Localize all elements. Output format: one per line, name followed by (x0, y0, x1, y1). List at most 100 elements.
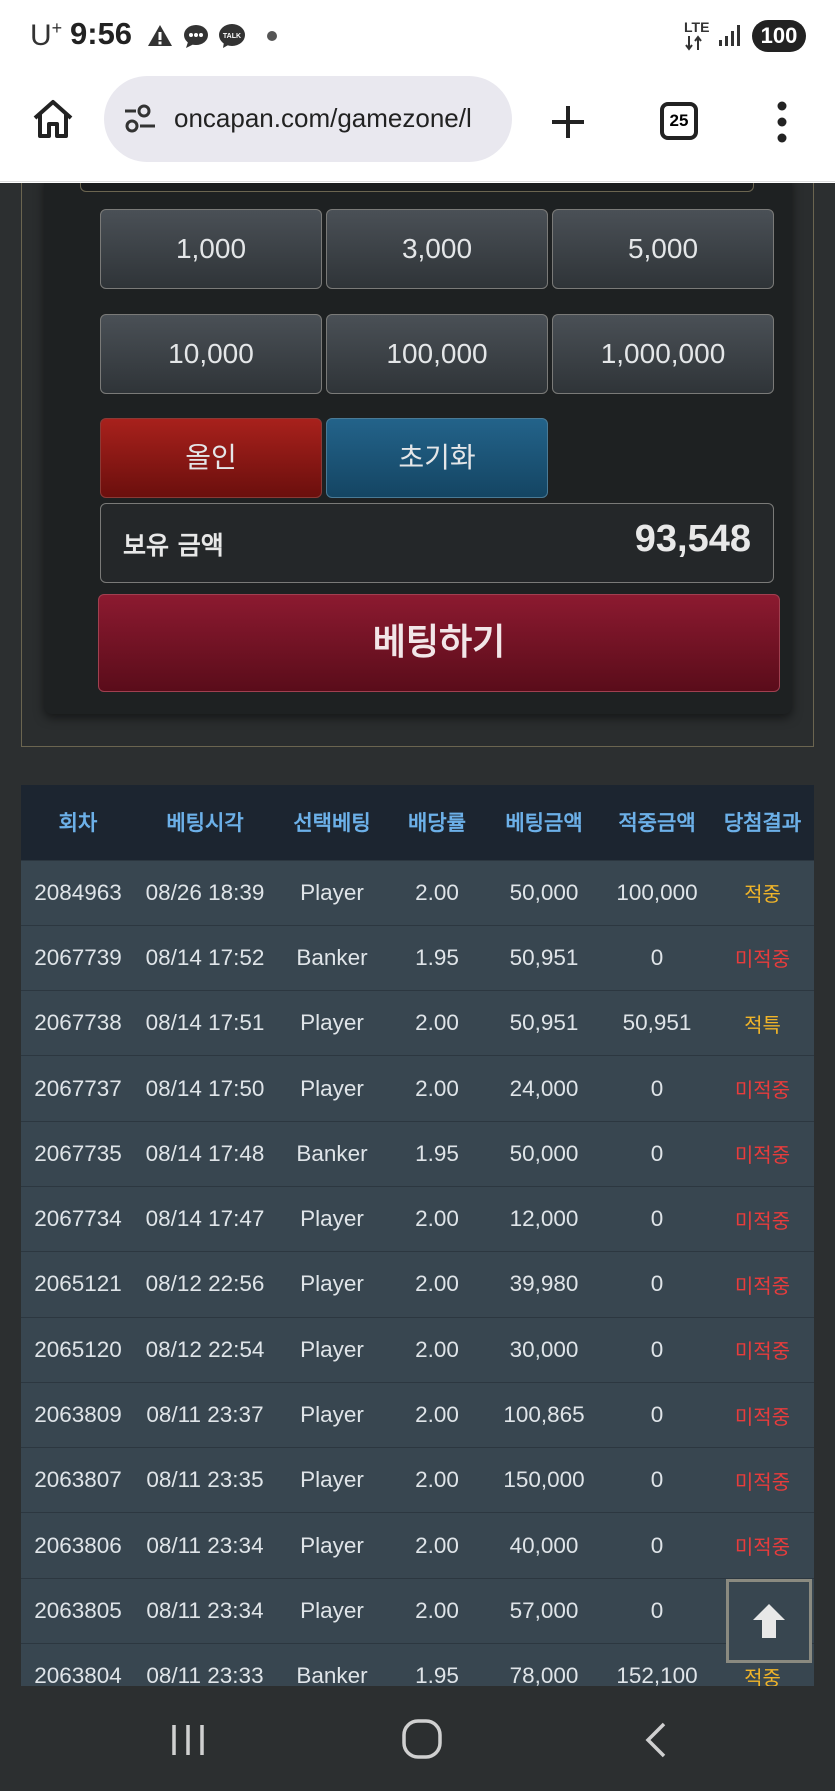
scroll-top-button[interactable] (726, 1579, 812, 1663)
cell-result: 미적중 (711, 1447, 814, 1513)
cell-result: 미적중 (711, 1055, 814, 1122)
cell-round: 2084963 (21, 859, 135, 926)
cell-bet-amount: 150,000 (485, 1447, 603, 1513)
amount-button-1000[interactable]: 1,000 (100, 209, 322, 289)
cell-odds: 2.00 (389, 1185, 485, 1252)
more-vert-icon[interactable] (772, 100, 792, 144)
balance-value: 93,548 (634, 518, 751, 560)
recents-icon[interactable] (168, 1722, 208, 1758)
amount-button-5000[interactable]: 5,000 (552, 209, 774, 289)
cell-result: 미적중 (711, 924, 814, 991)
amount-button-10000[interactable]: 10,000 (100, 314, 322, 394)
cell-win-amount: 0 (603, 1447, 711, 1513)
cell-round: 2063804 (21, 1643, 135, 1686)
cell-bet-time: 08/26 18:39 (135, 859, 275, 926)
cell-bet-time: 08/12 22:56 (135, 1251, 275, 1318)
cell-bet-amount: 50,000 (485, 859, 603, 926)
reset-button[interactable]: 초기화 (326, 418, 548, 498)
cell-round: 2063809 (21, 1381, 135, 1448)
bet-history-table: 회차 베팅시각 선택베팅 배당률 베팅금액 적중금액 당첨결과 2084963 0… (21, 785, 814, 1686)
cell-selection: Banker (275, 924, 389, 991)
back-icon[interactable] (640, 1720, 670, 1760)
cell-bet-time: 08/11 23:37 (135, 1381, 275, 1448)
cell-selection: Player (275, 1512, 389, 1579)
cell-bet-amount: 39,980 (485, 1251, 603, 1318)
cell-win-amount: 50,951 (603, 990, 711, 1056)
tab-switcher-button[interactable]: 25 (660, 102, 698, 140)
table-row: 2067735 08/14 17:48 Banker 1.95 50,000 0 미적중 (21, 1120, 814, 1187)
cell-selection: Banker (275, 1643, 389, 1686)
arrow-up-icon (753, 1604, 785, 1638)
cell-round: 2067739 (21, 924, 135, 991)
cell-win-amount: 0 (603, 1185, 711, 1252)
status-time: 9:56 (70, 16, 133, 51)
cell-odds: 2.00 (389, 1251, 485, 1318)
allin-button[interactable]: 올인 (100, 418, 322, 498)
cell-selection: Player (275, 990, 389, 1056)
header-selection: 선택베팅 (275, 785, 389, 860)
message-icon (184, 25, 208, 48)
browser-toolbar: oncapan.com/gamezone/l 25 (0, 72, 835, 182)
cell-win-amount: 0 (603, 1512, 711, 1579)
cell-selection: Player (275, 1251, 389, 1318)
cell-result: 적중 (711, 859, 814, 926)
amount-button-3000[interactable]: 3,000 (326, 209, 548, 289)
bet-section: 1,000 3,000 5,000 10,000 100,000 1,000,0… (21, 183, 814, 747)
cell-odds: 2.00 (389, 859, 485, 926)
table-row: 2063807 08/11 23:35 Player 2.00 150,000 0 미적중 (21, 1447, 814, 1513)
cell-round: 2063805 (21, 1577, 135, 1644)
cell-result: 미적중 (711, 1381, 814, 1448)
dot-icon (267, 31, 277, 41)
cell-result: 미적중 (711, 1185, 814, 1252)
place-bet-button[interactable]: 베팅하기 (98, 594, 780, 692)
cell-round: 2067737 (21, 1055, 135, 1122)
cell-odds: 1.95 (389, 1643, 485, 1686)
cell-bet-amount: 40,000 (485, 1512, 603, 1579)
cell-win-amount: 0 (603, 1055, 711, 1122)
cell-bet-time: 08/11 23:35 (135, 1447, 275, 1513)
cell-bet-amount: 78,000 (485, 1643, 603, 1686)
cell-round: 2067735 (21, 1120, 135, 1187)
tune-icon[interactable] (122, 102, 158, 136)
table-row: 2067738 08/14 17:51 Player 2.00 50,951 50,951… (21, 990, 814, 1056)
cell-win-amount: 0 (603, 1381, 711, 1448)
cell-bet-amount: 50,000 (485, 1120, 603, 1187)
cell-selection: Player (275, 1381, 389, 1448)
cell-bet-amount: 100,865 (485, 1381, 603, 1448)
url-text[interactable]: oncapan.com/gamezone/l (174, 103, 472, 134)
cell-selection: Player (275, 1055, 389, 1122)
cell-selection: Banker (275, 1120, 389, 1187)
bet-panel: 1,000 3,000 5,000 10,000 100,000 1,000,0… (44, 183, 792, 714)
cell-selection: Player (275, 859, 389, 926)
cell-bet-time: 08/14 17:52 (135, 924, 275, 991)
address-bar[interactable]: oncapan.com/gamezone/l (104, 76, 512, 162)
home-circle-icon[interactable] (400, 1718, 444, 1760)
balance-display: 보유 금액 93,548 (100, 503, 774, 583)
cell-win-amount: 100,000 (603, 859, 711, 926)
plus-icon[interactable] (548, 102, 588, 142)
cell-result: 미적중 (711, 1512, 814, 1579)
network-type: LTE (684, 19, 710, 35)
cell-bet-time: 08/11 23:34 (135, 1512, 275, 1579)
table-row: 2084963 08/26 18:39 Player 2.00 50,000 100,00… (21, 859, 814, 926)
table-row: 2065121 08/12 22:56 Player 2.00 39,980 0 미적중 (21, 1251, 814, 1318)
cell-bet-amount: 50,951 (485, 990, 603, 1056)
cell-win-amount: 0 (603, 1577, 711, 1644)
table-row: 2065120 08/12 22:54 Player 2.00 30,000 0 미적중 (21, 1316, 814, 1383)
bet-amount-input[interactable] (80, 183, 754, 192)
amount-button-1000000[interactable]: 1,000,000 (552, 314, 774, 394)
table-row: 2067734 08/14 17:47 Player 2.00 12,000 0 미적중 (21, 1185, 814, 1252)
balance-label: 보유 금액 (123, 531, 224, 560)
amount-button-100000[interactable]: 100,000 (326, 314, 548, 394)
header-win-amount: 적중금액 (603, 785, 711, 860)
cell-result: 미적중 (711, 1316, 814, 1383)
cell-win-amount: 0 (603, 1120, 711, 1187)
cell-selection: Player (275, 1447, 389, 1513)
cell-bet-time: 08/11 23:33 (135, 1643, 275, 1686)
cell-bet-time: 08/14 17:50 (135, 1055, 275, 1122)
cell-win-amount: 0 (603, 924, 711, 991)
cell-result: 적특 (711, 990, 814, 1056)
cell-odds: 2.00 (389, 1577, 485, 1644)
table-row: 2067739 08/14 17:52 Banker 1.95 50,951 0 미적중 (21, 924, 814, 991)
home-icon[interactable] (30, 96, 76, 142)
